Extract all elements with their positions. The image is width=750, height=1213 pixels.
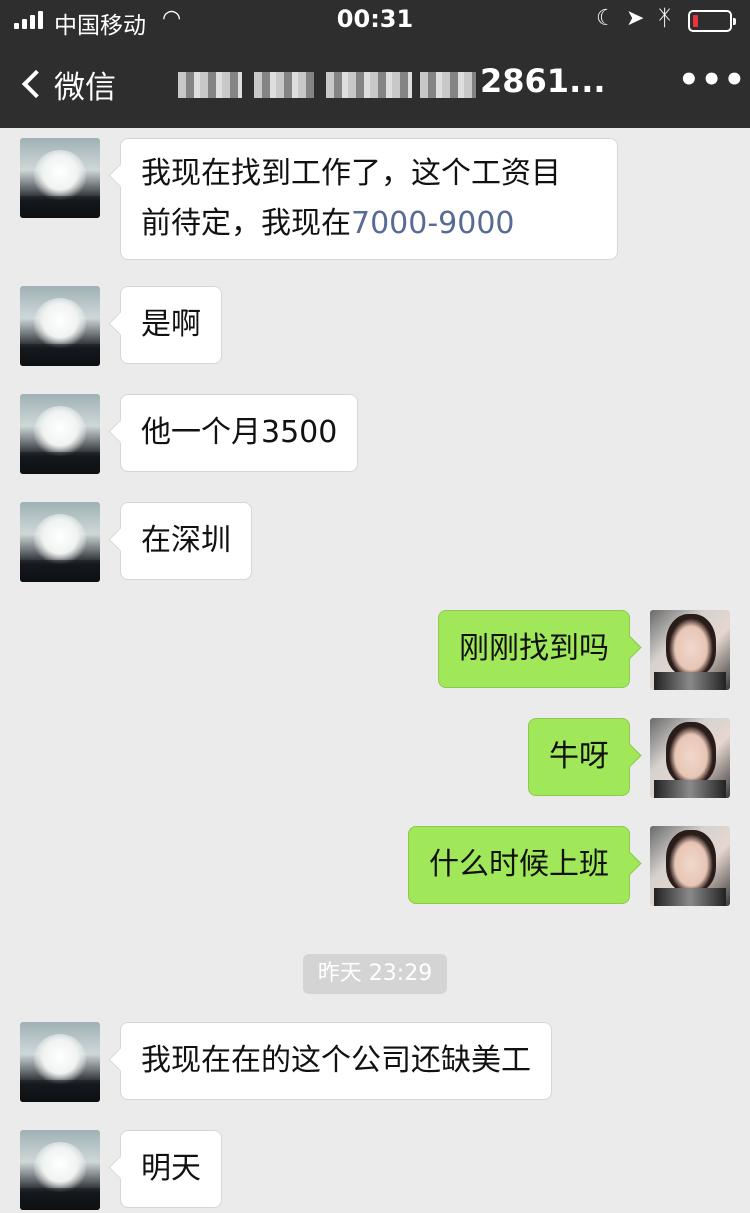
phone-number-link[interactable]: 7000-9000 <box>351 206 515 241</box>
message-text: 我现在找到工作了，这个工资目 <box>141 156 561 191</box>
bluetooth-icon: ᛡ <box>658 6 672 31</box>
chat-title: 2861... <box>480 62 606 100</box>
avatar-contact[interactable] <box>20 138 100 218</box>
avatar-contact[interactable] <box>20 502 100 582</box>
location-arrow-icon: ➤ <box>626 6 645 31</box>
status-bar: 中国移动 ◠ 00:31 ☾ ➤ ᛡ <box>0 0 750 44</box>
message-text: 什么时候上班 <box>429 847 609 882</box>
message-bubble-incoming[interactable]: 我现在找到工作了，这个工资目 前待定，我现在7000-9000 <box>120 138 618 260</box>
message-bubble-outgoing[interactable]: 什么时候上班 <box>408 826 630 904</box>
message-text: 我现在在的这个公司还缺美工 <box>141 1043 531 1078</box>
message-text: 牛呀 <box>549 739 609 774</box>
message-bubble-incoming[interactable]: 我现在在的这个公司还缺美工 <box>120 1022 552 1100</box>
top-bar: 中国移动 ◠ 00:31 ☾ ➤ ᛡ 微信 2861... ••• <box>0 0 750 128</box>
avatar-self[interactable] <box>650 826 730 906</box>
moon-icon: ☾ <box>596 6 616 31</box>
chat-timestamp: 昨天 23:29 <box>303 954 447 994</box>
message-text: 前待定，我现在 <box>141 206 351 241</box>
battery-icon <box>688 10 736 32</box>
more-options-button[interactable]: ••• <box>678 60 746 100</box>
avatar-contact[interactable] <box>20 1022 100 1102</box>
message-text-line2: 前待定，我现在7000-9000 <box>141 199 597 249</box>
message-text: 在深圳 <box>141 523 231 558</box>
message-text: 明天 <box>141 1151 201 1186</box>
message-bubble-incoming[interactable]: 明天 <box>120 1130 222 1208</box>
message-text: 是啊 <box>141 307 201 342</box>
chevron-left-icon <box>21 69 51 99</box>
message-text: 他一个月3500 <box>141 415 338 450</box>
back-label: 微信 <box>54 69 116 106</box>
avatar-contact[interactable] <box>20 394 100 474</box>
back-button[interactable]: 微信 <box>18 62 116 106</box>
message-text: 刚刚找到吗 <box>459 631 609 666</box>
avatar-self[interactable] <box>650 718 730 798</box>
message-bubble-incoming[interactable]: 在深圳 <box>120 502 252 580</box>
message-bubble-outgoing[interactable]: 刚刚找到吗 <box>438 610 630 688</box>
avatar-contact[interactable] <box>20 286 100 366</box>
avatar-self[interactable] <box>650 610 730 690</box>
message-bubble-outgoing[interactable]: 牛呀 <box>528 718 630 796</box>
message-bubble-incoming[interactable]: 是啊 <box>120 286 222 364</box>
message-bubble-incoming[interactable]: 他一个月3500 <box>120 394 359 472</box>
avatar-contact[interactable] <box>20 1130 100 1210</box>
